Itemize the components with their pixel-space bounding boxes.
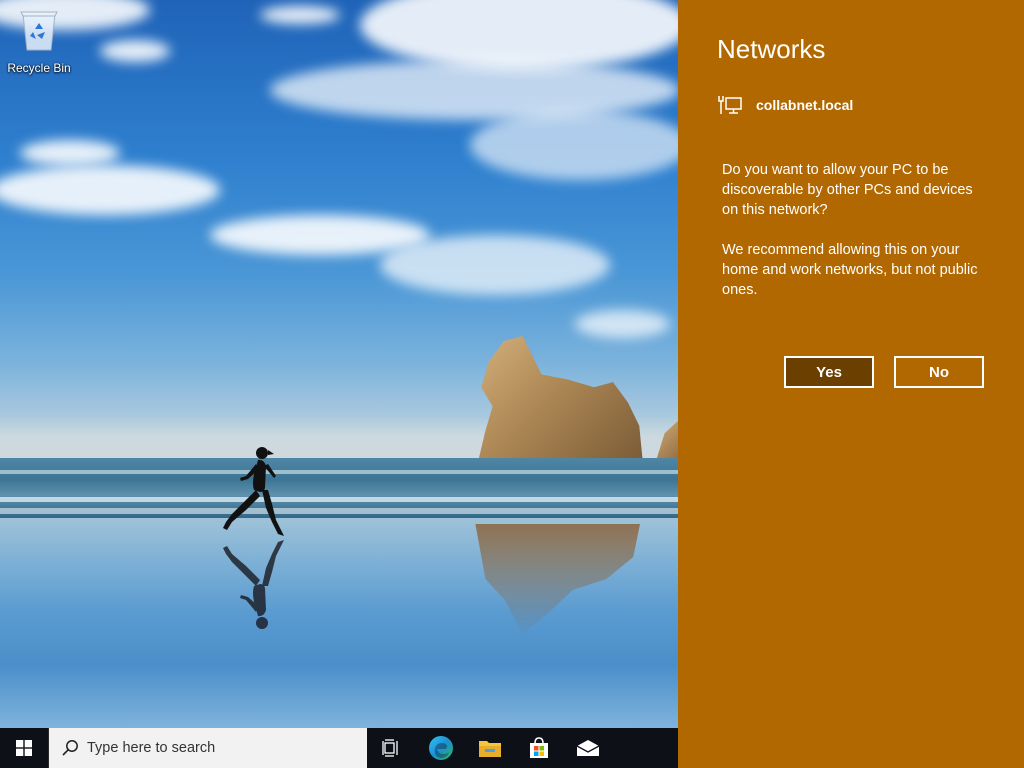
cloud	[0, 165, 220, 215]
network-name: collabnet.local	[756, 97, 854, 113]
cloud	[575, 310, 670, 338]
cloud	[100, 40, 170, 62]
sea-stack-rock	[477, 336, 643, 464]
desktop-icon-label: Recycle Bin	[7, 61, 71, 75]
discoverable-question: Do you want to allow your PC to be disco…	[722, 162, 973, 218]
search-icon	[62, 740, 78, 756]
yes-button[interactable]: Yes	[784, 356, 874, 388]
store-button[interactable]	[514, 728, 563, 768]
mail-icon	[576, 740, 599, 756]
surf-line	[0, 508, 678, 514]
recommendation-text: We recommend allowing this on your home …	[722, 242, 978, 298]
no-button[interactable]: No	[894, 356, 984, 388]
mail-button[interactable]	[563, 728, 612, 768]
taskbar-search-box[interactable]: Type here to search	[48, 728, 367, 768]
runner-reflection	[223, 540, 284, 629]
store-icon	[529, 737, 548, 758]
start-button[interactable]	[0, 728, 48, 768]
edge-icon	[428, 736, 453, 760]
cloud	[470, 110, 678, 180]
networks-flyout: Networks collabnet.local Do you want to …	[678, 0, 1024, 768]
cloud	[20, 140, 120, 166]
surf-line	[0, 470, 678, 474]
file-explorer-icon	[478, 741, 501, 757]
desktop-icon-recycle-bin[interactable]: Recycle Bin	[4, 8, 74, 75]
search-placeholder: Type here to search	[87, 740, 216, 756]
file-explorer-button[interactable]	[465, 728, 514, 768]
recycle-bin-icon	[20, 11, 58, 51]
task-view-icon	[381, 739, 398, 757]
cloud	[260, 6, 340, 24]
cloud	[380, 235, 610, 295]
flyout-title: Networks	[717, 34, 826, 64]
edge-button[interactable]	[416, 728, 465, 768]
task-view-button[interactable]	[367, 728, 416, 768]
surf-line	[0, 497, 678, 502]
cloud	[360, 0, 678, 70]
taskbar: Type here to search	[0, 728, 678, 768]
desktop-wallpaper: Recycle Bin	[0, 0, 678, 728]
cloud	[270, 60, 678, 120]
wired-network-icon	[718, 96, 742, 114]
network-entry[interactable]: collabnet.local	[718, 94, 853, 116]
windows-logo-icon	[16, 740, 32, 756]
runner-silhouette	[223, 447, 284, 536]
